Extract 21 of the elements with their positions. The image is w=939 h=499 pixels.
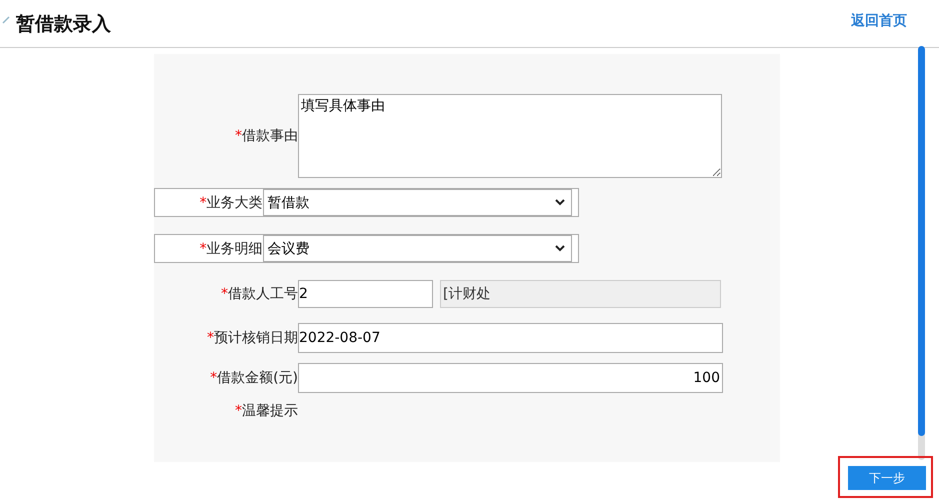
chevron-down-icon (555, 245, 565, 252)
department-field: [计财处 (440, 280, 721, 308)
dropdown[interactable]: 会议费 (262, 235, 572, 262)
reason-textarea[interactable]: 填写具体事由 (298, 94, 722, 178)
home-link[interactable]: 返回首页 (851, 12, 907, 30)
field-label: *业务明细 (198, 240, 263, 258)
scrollbar-thumb[interactable] (918, 46, 925, 436)
input-field[interactable]: 2 (298, 280, 433, 308)
field-label: *借款人工号 (220, 285, 298, 303)
field-label: *借款金额(元) (209, 369, 298, 387)
input-field[interactable]: 2022-08-07 (298, 323, 723, 353)
field-label: *温馨提示 (234, 402, 298, 420)
next-button[interactable]: 下一步 (848, 466, 926, 490)
field-label: *借款事由 (234, 127, 298, 145)
field-label: *预计核销日期 (206, 329, 298, 347)
dropdown[interactable]: 暂借款 (262, 189, 572, 216)
chevron-down-icon (555, 199, 565, 206)
field-label: *业务大类 (198, 194, 263, 212)
pencil-icon (2, 16, 10, 24)
page-title: 暂借款录入 (16, 12, 111, 36)
input-field[interactable]: 100 (298, 363, 723, 393)
